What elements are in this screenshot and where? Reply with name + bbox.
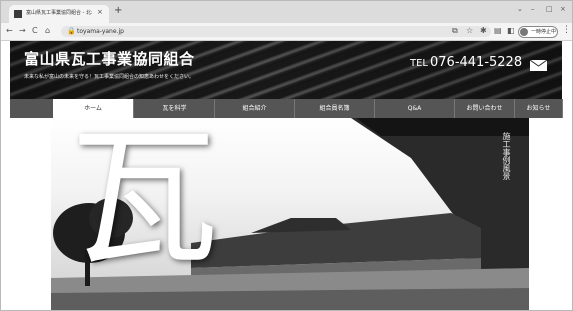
reload-icon[interactable]: C — [32, 26, 38, 36]
nav-item-kawara-science[interactable]: 瓦を科学 — [135, 99, 215, 118]
back-icon[interactable]: ← — [6, 26, 13, 36]
forward-icon[interactable]: → — [19, 26, 26, 36]
tab-strip: 富山県瓦工事業協同組合 - 北木 × + ⌄ – □ × — [1, 1, 572, 23]
hero-image: 瓦 施工事例風景 — [51, 118, 529, 310]
envelope-icon[interactable] — [530, 60, 547, 71]
side-panel-icon[interactable]: ◧ — [507, 26, 515, 36]
tab-close-icon[interactable]: × — [97, 8, 103, 16]
address-bar-row: ← → C ⌂ 🔒 toyama-yane.jp ⧉ ☆ ✱ ▤ ◧ 一時停止中… — [1, 23, 572, 41]
extensions-icon[interactable]: ✱ — [480, 26, 487, 36]
bookmark-star-icon[interactable]: ☆ — [466, 26, 473, 36]
nav-item-qa[interactable]: Q&A — [375, 99, 455, 118]
address-bar[interactable]: 🔒 toyama-yane.jp — [61, 26, 491, 37]
site-tagline: 未来な私が富山の未来を守る！瓦工事業協同組合の知恵あわせをください。 — [24, 74, 195, 80]
lock-icon: 🔒 — [67, 27, 76, 35]
profile-button[interactable]: 一時停止中 — [518, 26, 558, 38]
global-nav: ホーム 瓦を科学 組合紹介 組合員名簿 Q&A お問い合わせ お知らせ — [10, 99, 563, 118]
maximize-button[interactable]: □ — [546, 5, 553, 13]
profile-label: 一時停止中 — [531, 29, 557, 35]
nav-item-members[interactable]: 組合員名簿 — [295, 99, 375, 118]
close-window-button[interactable]: × — [560, 5, 566, 13]
browser-window: 富山県瓦工事業協同組合 - 北木 × + ⌄ – □ × ← → C ⌂ 🔒 t… — [0, 0, 573, 311]
site-title[interactable]: 富山県瓦工事業協同組合 — [24, 48, 195, 69]
nav-item-home[interactable]: ホーム — [53, 99, 134, 118]
menu-icon[interactable]: ⋮ — [562, 25, 571, 35]
nav-item-about[interactable]: 組合紹介 — [215, 99, 295, 118]
hero-kanji: 瓦 — [69, 118, 220, 286]
nav-item-news[interactable]: お知らせ — [515, 99, 563, 118]
share-icon[interactable]: ⧉ — [452, 26, 458, 36]
url-text: toyama-yane.jp — [77, 28, 124, 35]
minimize-button[interactable]: – — [531, 5, 535, 13]
phone-icon: TEL — [410, 58, 428, 69]
phone-text: 076-441-5228 — [430, 55, 523, 70]
favicon-icon — [14, 10, 22, 18]
browser-tab[interactable]: 富山県瓦工事業協同組合 - 北木 × — [9, 5, 109, 23]
phone-number[interactable]: TEL 076-441-5228 — [410, 55, 522, 70]
new-tab-button[interactable]: + — [114, 6, 122, 16]
avatar-icon — [520, 28, 528, 36]
site-header: 富山県瓦工事業協同組合 未来な私が富山の未来を守る！瓦工事業協同組合の知恵あわせ… — [10, 41, 562, 99]
reading-list-icon[interactable]: ▤ — [494, 26, 502, 36]
nav-item-contact[interactable]: お問い合わせ — [455, 99, 515, 118]
tab-search-icon[interactable]: ⌄ — [517, 5, 523, 13]
hero-vertical-caption: 施工事例風景 — [502, 132, 511, 180]
tab-title: 富山県瓦工事業協同組合 - 北木 — [26, 10, 92, 16]
home-icon[interactable]: ⌂ — [45, 26, 50, 36]
